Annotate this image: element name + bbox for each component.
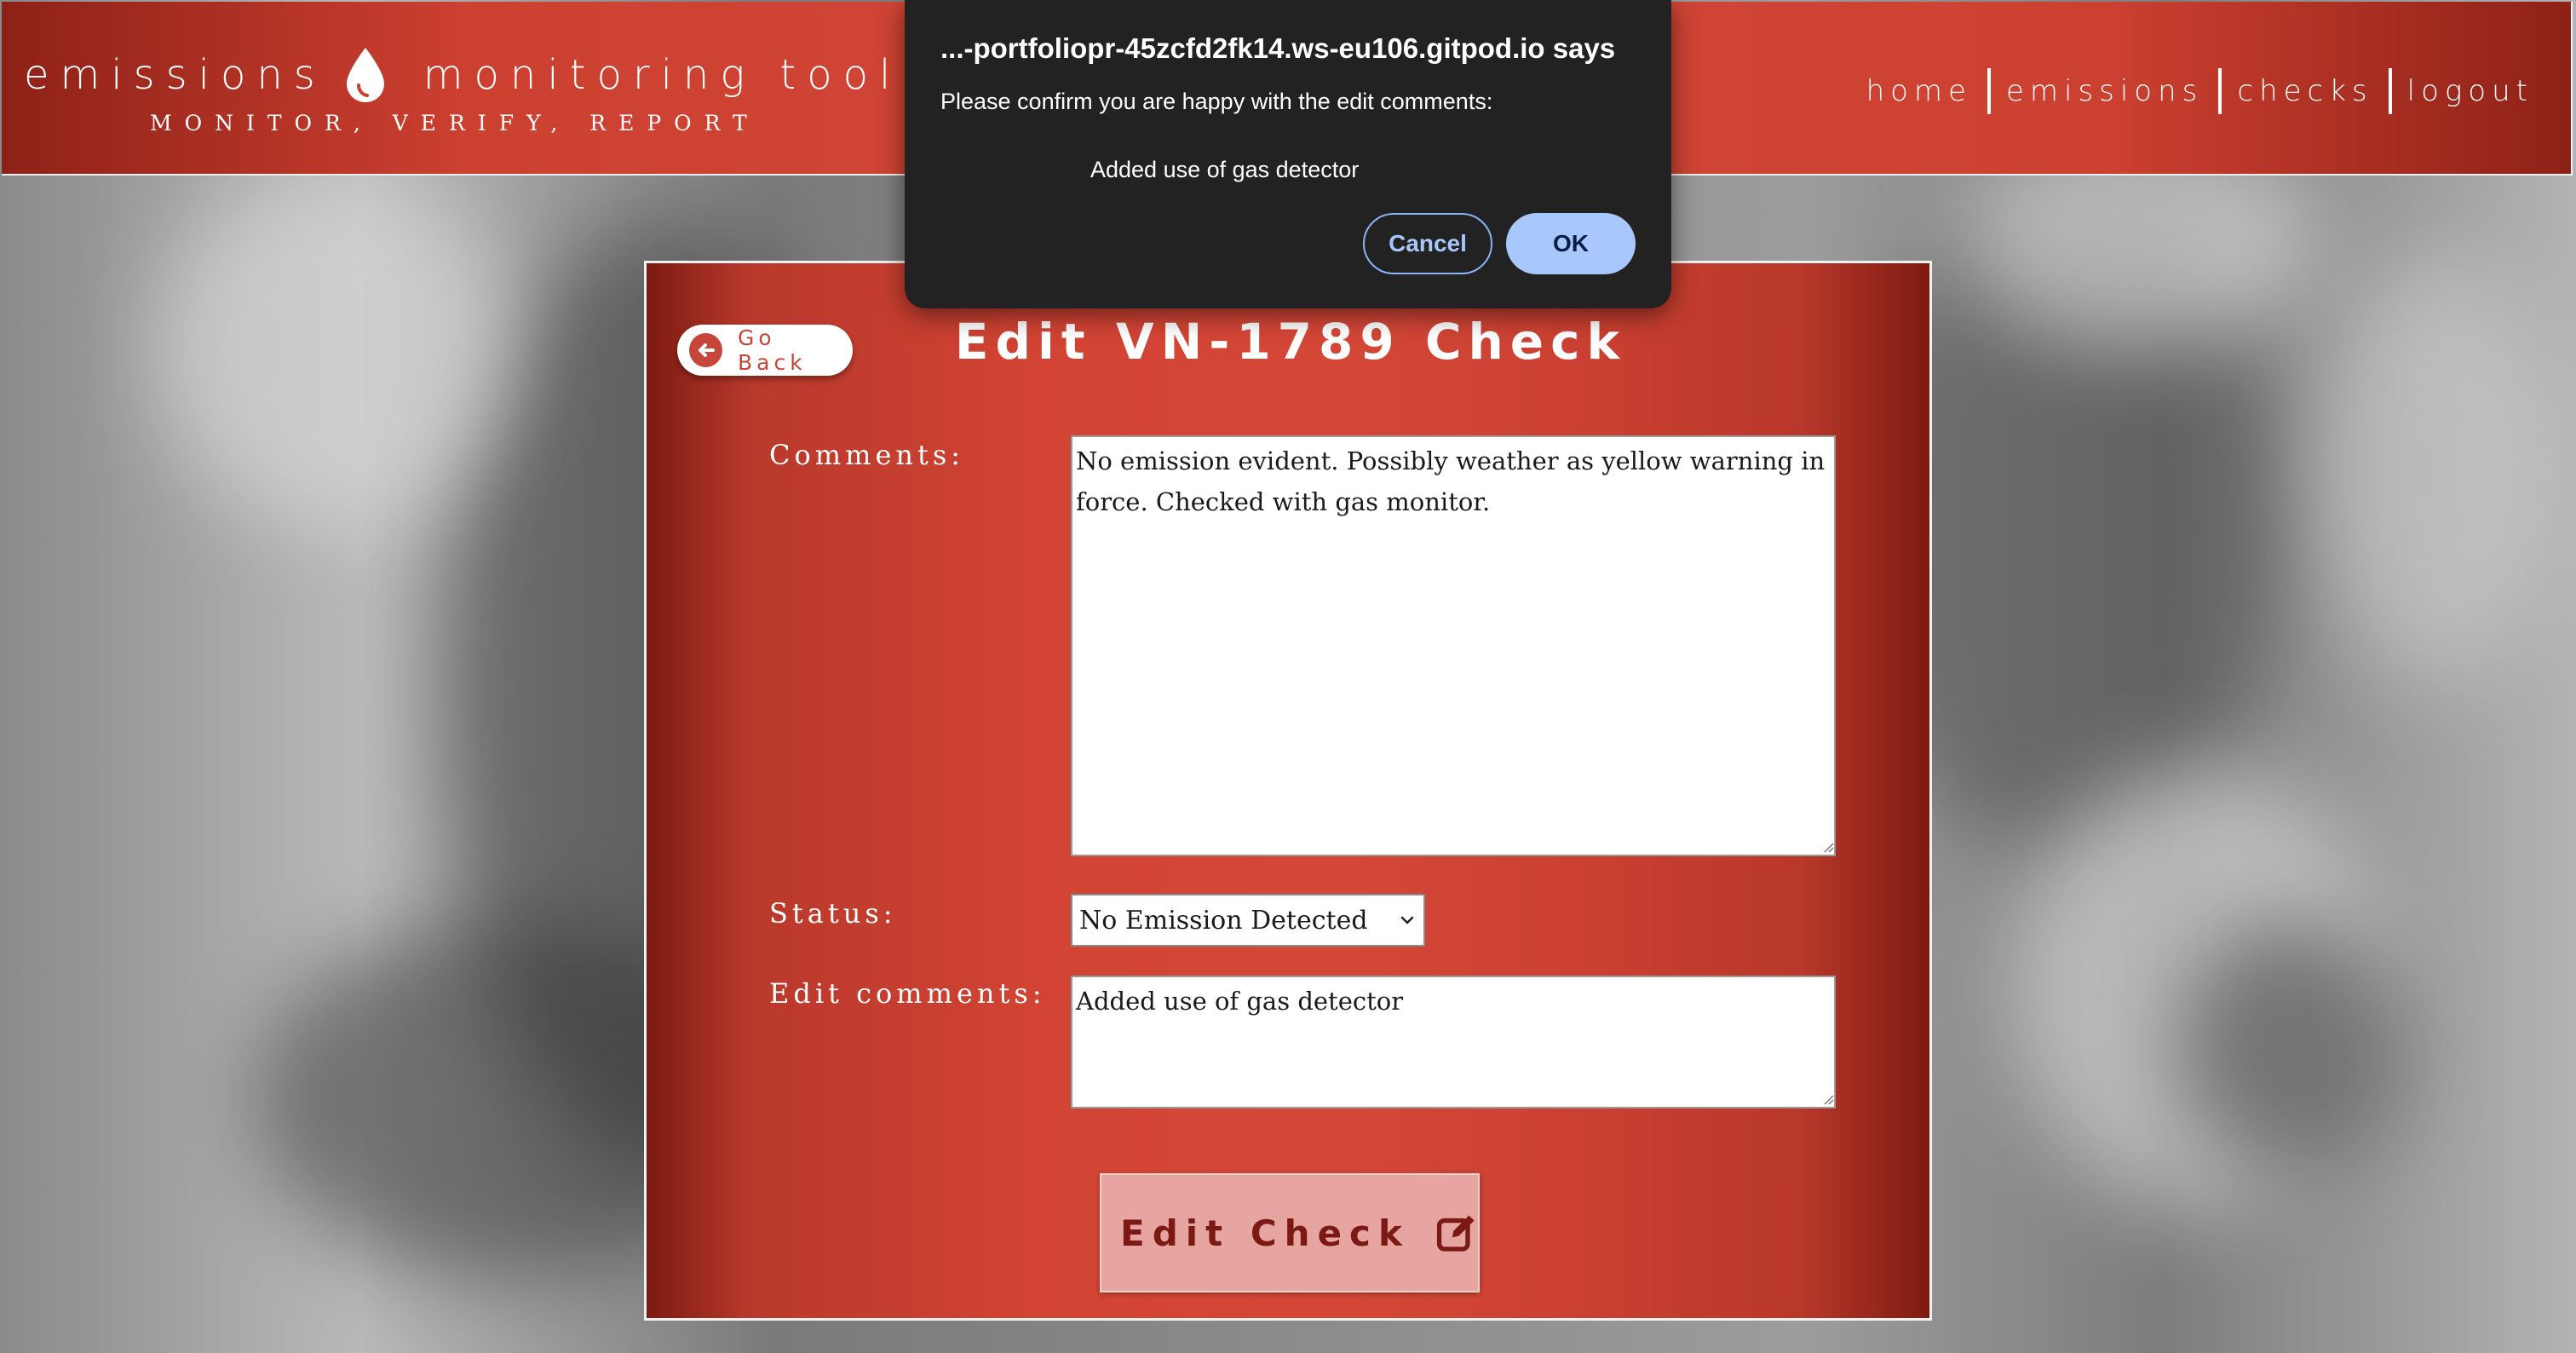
nav-logout[interactable]: logout [2392, 70, 2549, 112]
edit-square-icon [1436, 1215, 1475, 1252]
nav-home[interactable]: home [1851, 70, 1987, 112]
edit-comments-textarea[interactable]: Added use of gas detector [1071, 976, 1836, 1108]
confirm-dialog: ...-portfoliopr-45zcfd2fk14.ws-eu106.git… [905, 0, 1671, 308]
dialog-value: Added use of gas detector [1090, 157, 1360, 182]
edit-check-panel: Go Back Edit VN-1789 Check Comments: No … [644, 261, 1932, 1321]
status-select[interactable]: No Emission Detected [1071, 894, 1425, 947]
nav-checks[interactable]: checks [2222, 70, 2388, 112]
comments-textarea[interactable]: No emission evident. Possibly weather as… [1071, 435, 1836, 856]
chevron-down-icon [1400, 916, 1414, 924]
logo-text-left: emissions [24, 51, 326, 99]
site-logo[interactable]: emissions monitoring tool [24, 41, 901, 109]
comments-label: Comments: [769, 439, 965, 471]
page-title: Edit VN-1789 Check [954, 313, 1627, 371]
drop-icon [346, 48, 384, 102]
main-nav: home emissions checks logout [1851, 68, 2549, 114]
resize-grip-icon[interactable] [1820, 839, 1834, 853]
resize-grip-icon[interactable] [1820, 1091, 1834, 1105]
edit-check-button[interactable]: Edit Check [1100, 1173, 1480, 1293]
edit-check-label: Edit Check [1120, 1212, 1410, 1254]
dialog-message: Please confirm you are happy with the ed… [940, 89, 1493, 114]
edit-comments-label: Edit comments: [769, 977, 1046, 1010]
cancel-button[interactable]: Cancel [1363, 213, 1492, 274]
site-tagline: MONITOR, VERIFY, REPORT [150, 111, 760, 135]
dialog-origin: ...-portfoliopr-45zcfd2fk14.ws-eu106.git… [940, 32, 1616, 64]
logo-text-right: monitoring tool [423, 51, 902, 99]
ok-button[interactable]: OK [1506, 213, 1636, 274]
status-label: Status: [769, 897, 897, 930]
nav-emissions[interactable]: emissions [1991, 70, 2218, 112]
status-selected-value: No Emission Detected [1079, 905, 1368, 936]
